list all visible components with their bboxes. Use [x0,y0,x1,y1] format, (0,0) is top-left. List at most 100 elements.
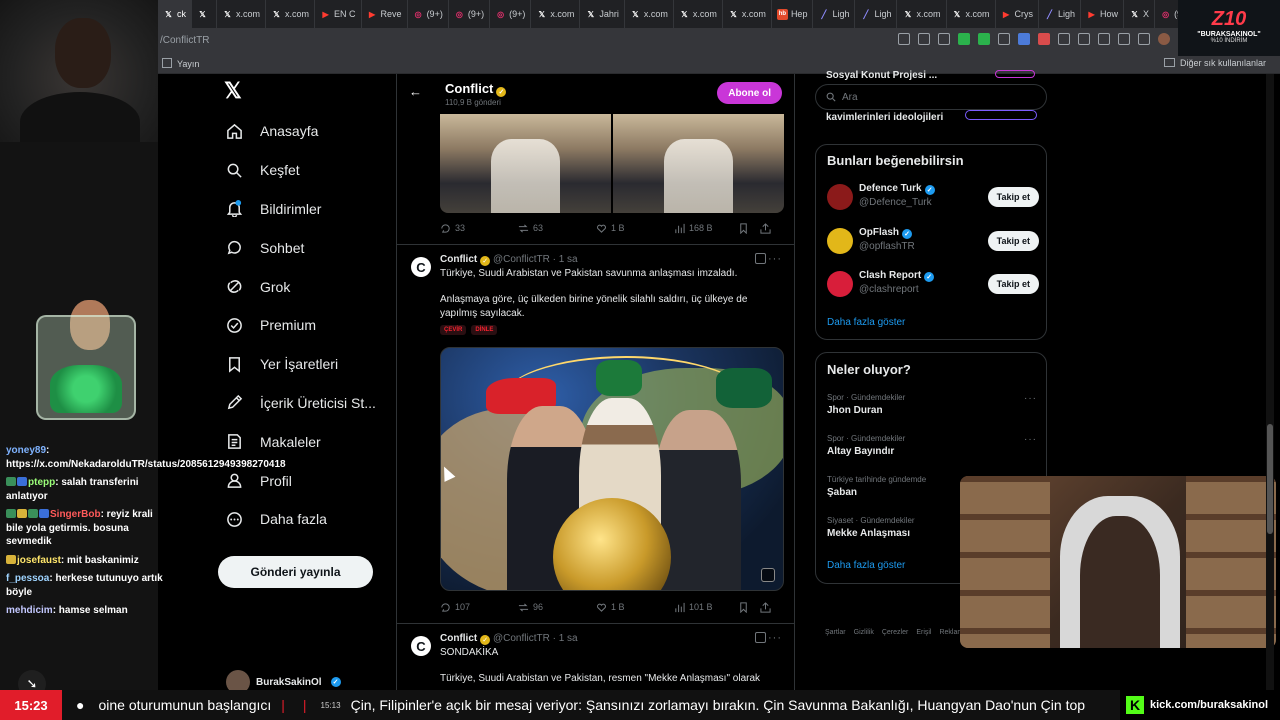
suggested-avatar[interactable] [827,271,853,297]
nav-item-premium[interactable]: Premium [218,306,394,345]
browser-tab[interactable]: 𝕏x.com [625,0,674,28]
trend-cut-second[interactable]: kavimlerinleri ideolojileri [826,112,943,123]
nav-item-articles[interactable]: Makaleler [218,422,394,461]
grok-explain-icon[interactable] [755,632,766,643]
post-image-grid[interactable] [440,114,784,213]
follow-button[interactable]: Takip et [987,187,1039,207]
nav-item-home[interactable]: Anasayfa [218,112,394,151]
page-scrollbar[interactable] [1266,74,1274,690]
suggested-account[interactable]: Defence Turk ✓ @Defence_Turk Takip et [827,181,1039,213]
post-image-leaders-map[interactable] [440,347,784,591]
show-more-suggestions[interactable]: Daha fazla göster [827,317,905,328]
trend-item[interactable]: Spor · Gündemdekiler Jhon Duran ··· [827,393,1037,427]
nav-item-explore[interactable]: Keşfet [218,151,394,190]
reply-button[interactable]: 107 [440,602,518,613]
post-button[interactable]: Gönderi yayınla [218,556,373,588]
browser-tab[interactable]: 𝕏x.com [217,0,267,28]
browser-tab[interactable]: ▶ How [1081,0,1125,28]
browser-tab[interactable]: 𝕏x.com [897,0,947,28]
nav-item-bookmarks[interactable]: Yer İşaretleri [218,345,394,384]
sidebar-icon[interactable] [1078,33,1090,45]
browser-tab[interactable]: ◎ (9+) [408,0,449,28]
back-arrow-icon[interactable]: ← [409,84,422,99]
follow-button[interactable]: Takip et [987,230,1039,251]
suggested-account[interactable]: Clash Report ✓ @clashreport Takip et [827,268,1039,300]
nav-item-creator[interactable]: İçerik Üreticisi St... [218,384,394,423]
like-button[interactable]: 1 B [596,602,674,613]
extension-green2-icon[interactable] [978,33,990,45]
nav-item-more[interactable]: Daha fazla [218,500,394,539]
more-options-icon[interactable]: ··· [768,253,782,265]
nav-item-chat[interactable]: Sohbet [218,228,394,267]
browser-tab[interactable]: ▶ EN C [315,0,362,28]
extension-red-icon[interactable] [1038,33,1050,45]
chat-username[interactable]: josefaust [17,555,61,566]
suggested-account[interactable]: OpFlash ✓ @opflashTR Takip et [827,225,1039,257]
scrollbar-thumb[interactable] [1267,424,1273,534]
nav-item-grok[interactable]: Grok [218,267,394,306]
browser-tab[interactable]: 𝕏x.com [674,0,723,28]
search-input[interactable]: Ara [815,84,1047,110]
extension-mask-icon[interactable] [998,33,1010,45]
suggested-avatar[interactable] [827,184,853,210]
footer-link[interactable]: Gizlilik [854,629,874,636]
repost-button[interactable]: 63 [518,223,596,234]
share-icon[interactable] [898,33,910,45]
browser-tab[interactable]: 𝕏x.com [723,0,772,28]
subscribe-button[interactable]: Abone ol [717,82,782,104]
chat-username[interactable]: yoney89 [6,445,46,456]
browser-tab[interactable]: 𝕏x.com [531,0,581,28]
post-avatar[interactable]: C [411,636,431,656]
trend-more-icon[interactable]: ··· [1024,434,1037,445]
post-image-right[interactable] [613,114,784,213]
post-breaking-news[interactable]: C Conflict ✓ @ConflictTR · 1 sa ··· SONDA… [397,623,794,690]
post-avatar[interactable]: C [411,257,431,277]
footer-link[interactable]: Şartlar [825,629,846,636]
more-options-icon[interactable]: ··· [768,632,782,644]
browser-tab[interactable]: ◎ (9+) [490,0,532,28]
image-grok-icon[interactable] [761,568,775,582]
browser-tab[interactable]: 𝕏x.com [947,0,996,28]
footer-link[interactable]: Çerezler [882,629,908,636]
show-more-trends[interactable]: Daha fazla göster [827,560,905,571]
translate-tag[interactable]: ÇEVİR [440,325,467,335]
follow-button[interactable]: Takip et [987,274,1039,294]
browser-tab[interactable]: ▶ Crys [996,0,1040,28]
chat-username[interactable]: mehdicim [6,605,53,616]
post-author[interactable]: Conflict [440,254,477,265]
star-icon[interactable] [938,33,950,45]
browser-tab[interactable]: hb Hep [772,0,814,28]
post-image-left[interactable] [440,114,611,213]
browser-tab[interactable]: ╱ Ligh [813,0,856,28]
reader-icon[interactable] [918,33,930,45]
grok-explain-icon[interactable] [755,253,766,264]
heart-icon[interactable] [1118,33,1130,45]
browser-tab[interactable]: ╱ Ligh [1039,0,1082,28]
chat-username[interactable]: ptepp [28,477,55,488]
chat-username[interactable]: f_pessoa [6,573,49,584]
trend-cut-top[interactable]: Sosyal Konut Projesi ... [826,70,937,81]
browser-tab[interactable]: 𝕏x.com [266,0,316,28]
trend-item[interactable]: Spor · Gündemdekiler Altay Bayındır ··· [827,434,1037,468]
listen-tag[interactable]: DİNLE [471,325,498,335]
favorites-icon[interactable] [1098,33,1110,45]
download-icon[interactable] [1138,33,1150,45]
post-defense-agreement[interactable]: C Conflict ✓ @ConflictTR · 1 sa ··· Türki… [397,244,794,622]
footer-link[interactable]: Erişil [916,629,931,636]
views-button[interactable]: 168 B [674,223,738,234]
browser-tab[interactable]: 𝕏X [1124,0,1156,28]
refresh-icon[interactable] [1058,33,1070,45]
reply-button[interactable]: 33 [440,223,518,234]
browser-tab[interactable]: ╱ Ligh [855,0,898,28]
chat-username[interactable]: SingerBob [50,509,101,520]
views-button[interactable]: 101 B [674,602,738,613]
bookmark-yayin[interactable]: Yayın [162,58,199,69]
browser-tab[interactable]: ▶ Reve [362,0,408,28]
extension-green-icon[interactable] [958,33,970,45]
browser-tab[interactable]: 𝕏 Jahri [580,0,625,28]
browser-tab[interactable]: 𝕏 [192,0,217,28]
share-button[interactable] [760,222,771,234]
nav-item-notifications[interactable]: Bildirimler [218,190,394,229]
share-button[interactable] [760,601,771,613]
bookmark-button[interactable] [738,601,760,613]
